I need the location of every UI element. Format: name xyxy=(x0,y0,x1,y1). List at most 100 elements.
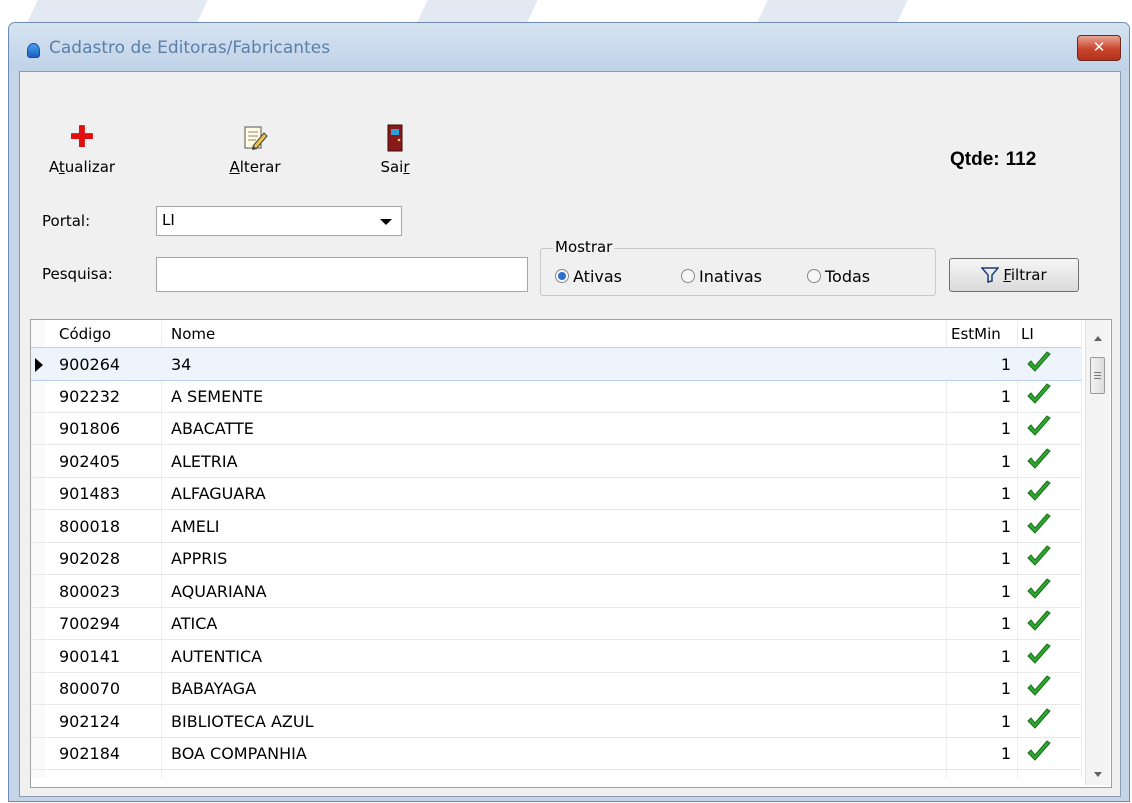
row-pointer-icon xyxy=(35,358,43,372)
filtrar-button[interactable]: Filtrar xyxy=(949,258,1079,292)
column-divider xyxy=(1081,320,1082,778)
radio-icon xyxy=(681,269,695,283)
pesquisa-label: Pesquisa: xyxy=(42,265,113,283)
cell-estmin: 1 xyxy=(1000,646,1011,666)
cell-codigo: 902184 xyxy=(59,744,121,763)
checkmark-icon[interactable] xyxy=(1026,512,1052,541)
checkmark-icon[interactable] xyxy=(1026,351,1052,379)
qtde-label: Qtde: xyxy=(950,149,1000,170)
cell-nome: BIBLIOTECA AZUL xyxy=(171,711,314,731)
cell-nome: BABAYAGA xyxy=(171,679,257,698)
atualizar-button[interactable]: ✚ Atualizar xyxy=(38,120,126,177)
portal-dropdown[interactable]: LI xyxy=(156,206,402,236)
scroll-thumb[interactable] xyxy=(1090,357,1105,394)
cell-estmin: 1 xyxy=(1000,614,1011,633)
checkmark-icon[interactable] xyxy=(1026,447,1052,476)
dialog-window: Cadastro de Editoras/Fabricantes ✕ ✚ Atu… xyxy=(8,22,1130,802)
window-title: Cadastro de Editoras/Fabricantes xyxy=(49,38,331,58)
checkmark-icon[interactable] xyxy=(1026,382,1052,411)
grid-header: Código Nome EstMin LI xyxy=(31,320,1081,346)
table-row[interactable]: 901483 ALFAGUARA 1 xyxy=(31,477,1081,510)
alterar-label: Alterar xyxy=(229,158,281,176)
column-header-codigo[interactable]: Código xyxy=(59,325,111,343)
cell-estmin: 1 xyxy=(1000,516,1011,536)
atualizar-label: Atualizar xyxy=(48,158,116,176)
table-row[interactable]: 902405 ALETRIA 1 xyxy=(31,445,1081,478)
cell-nome: 34 xyxy=(171,355,192,374)
cell-estmin: 1 xyxy=(1000,711,1011,731)
cell-codigo: 901806 xyxy=(59,419,121,438)
checkmark-icon[interactable] xyxy=(1026,415,1052,443)
cell-estmin: 1 xyxy=(1000,355,1011,374)
editoras-grid[interactable]: Código Nome EstMin LI 900264 34 1 902232 A S… xyxy=(30,319,1112,788)
checkmark-icon[interactable] xyxy=(1026,707,1052,736)
cell-nome: ATICA xyxy=(171,614,218,633)
cell-estmin: 1 xyxy=(1000,484,1011,503)
table-row[interactable]: 901806 ABACATTE 1 xyxy=(31,412,1081,445)
checkmark-icon[interactable] xyxy=(1026,642,1052,671)
radio-icon xyxy=(555,269,569,283)
table-row[interactable]: 902184 BOA COMPANHIA 1 xyxy=(31,737,1081,770)
cell-nome: ALFAGUARA xyxy=(171,484,266,503)
cell-codigo: 800070 xyxy=(59,679,121,698)
cell-nome: A SEMENTE xyxy=(171,386,264,406)
cell-estmin: 1 xyxy=(1000,581,1011,601)
table-row[interactable]: 900141 AUTENTICA 1 xyxy=(31,640,1081,673)
scroll-up-icon[interactable] xyxy=(1094,336,1102,341)
checkmark-icon[interactable] xyxy=(1026,480,1052,508)
cell-estmin: 1 xyxy=(1000,679,1011,698)
column-header-estmin[interactable]: EstMin xyxy=(951,325,1001,343)
table-row[interactable]: 800018 AMELI 1 xyxy=(31,510,1081,543)
edit-document-icon xyxy=(244,126,268,150)
table-row[interactable]: 800023 AQUARIANA 1 xyxy=(31,575,1081,608)
cell-nome: APPRIS xyxy=(171,549,228,568)
radio-ativas[interactable]: Ativas xyxy=(555,267,622,286)
column-header-nome[interactable]: Nome xyxy=(171,325,215,343)
vertical-scrollbar[interactable] xyxy=(1085,320,1110,785)
column-header-li[interactable]: LI xyxy=(1021,325,1034,343)
checkmark-icon[interactable] xyxy=(1026,740,1052,768)
checkmark-icon[interactable] xyxy=(1026,577,1052,606)
cell-estmin: 1 xyxy=(1000,451,1011,471)
sair-button[interactable]: Sair xyxy=(365,124,425,176)
cell-nome: BOA COMPANHIA xyxy=(171,744,307,763)
table-row[interactable]: 800070 BABAYAGA 1 xyxy=(31,672,1081,705)
checkmark-icon[interactable] xyxy=(1026,610,1052,638)
form-client-area: ✚ Atualizar Alterar Sair Qtde: 112 Porta… xyxy=(19,71,1121,797)
alterar-button[interactable]: Alterar xyxy=(210,124,300,176)
cell-codigo: 700294 xyxy=(59,614,121,633)
mostrar-title: Mostrar xyxy=(553,238,615,256)
table-row[interactable]: 902124 BIBLIOTECA AZUL 1 xyxy=(31,705,1081,738)
cell-estmin: 1 xyxy=(1000,386,1011,406)
cell-estmin: 1 xyxy=(1000,744,1011,763)
title-bar[interactable]: Cadastro de Editoras/Fabricantes ✕ xyxy=(9,23,1129,71)
portal-value: LI xyxy=(162,211,175,229)
radio-icon xyxy=(807,269,821,283)
cell-codigo: 800018 xyxy=(59,516,121,536)
table-row[interactable]: 902028 APPRIS 1 xyxy=(31,542,1081,575)
funnel-icon xyxy=(980,267,1000,283)
close-button[interactable]: ✕ xyxy=(1077,35,1121,61)
cell-codigo: 902124 xyxy=(59,711,121,731)
scroll-down-icon[interactable] xyxy=(1094,772,1102,777)
exit-door-icon xyxy=(387,124,403,152)
chevron-down-icon xyxy=(380,219,392,225)
cell-estmin: 1 xyxy=(1000,419,1011,438)
radio-todas[interactable]: Todas xyxy=(807,267,870,286)
checkmark-icon[interactable] xyxy=(1026,675,1052,703)
search-input[interactable] xyxy=(156,257,528,292)
cell-nome: AQUARIANA xyxy=(171,581,267,601)
portal-label: Portal: xyxy=(42,212,91,230)
cell-codigo: 900141 xyxy=(59,646,121,666)
app-icon xyxy=(27,43,40,58)
cell-codigo: 900264 xyxy=(59,355,121,374)
table-row[interactable]: 900264 34 1 xyxy=(31,347,1081,381)
checkmark-icon[interactable] xyxy=(1026,545,1052,573)
cell-codigo: 902028 xyxy=(59,549,121,568)
table-row[interactable]: 700294 ATICA 1 xyxy=(31,607,1081,640)
plus-icon: ✚ xyxy=(69,120,95,155)
radio-inativas[interactable]: Inativas xyxy=(681,267,762,286)
cell-codigo: 902232 xyxy=(59,386,121,406)
qtde-value: 112 xyxy=(1005,149,1037,170)
table-row[interactable]: 902232 A SEMENTE 1 xyxy=(31,380,1081,413)
